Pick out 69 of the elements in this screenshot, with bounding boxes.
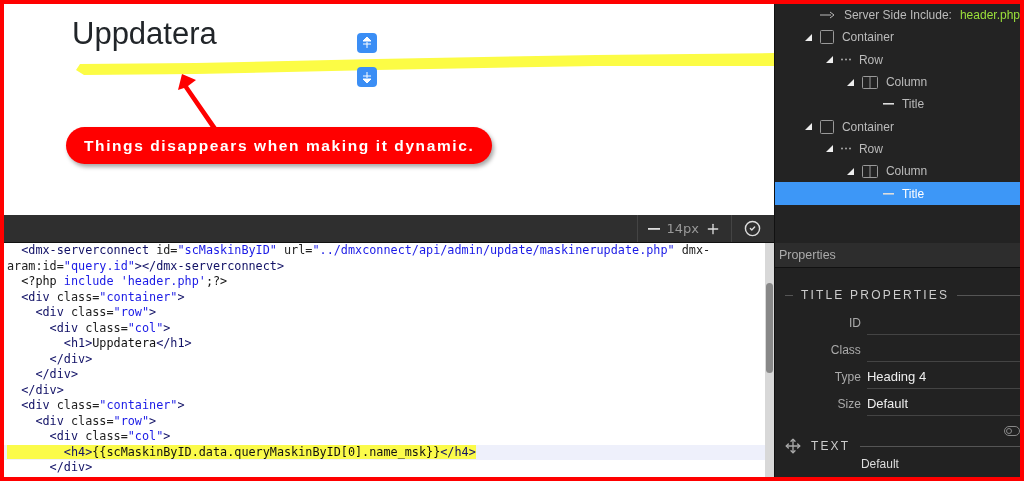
columns-icon [861, 75, 878, 89]
tree-item[interactable]: Column [774, 70, 1020, 94]
dash-icon [882, 192, 894, 195]
arrow-icon [819, 11, 836, 20]
field-label: Type [833, 370, 861, 386]
square-icon [819, 119, 834, 134]
dots-icon [840, 58, 851, 62]
code-line: </div> [48, 351, 94, 367]
code-line: <?php include 'header.php';?> [20, 274, 229, 290]
tree-item-label: Row [858, 52, 883, 67]
tree-item[interactable]: Container [774, 26, 1020, 49]
columns-icon [861, 164, 878, 178]
code-line: <div class="col"> [48, 320, 172, 336]
expand-triangle-icon[interactable] [825, 56, 833, 64]
tree-item[interactable]: Column [774, 160, 1020, 183]
tree-item[interactable]: Container [774, 115, 1020, 138]
tree-item-label: Title [901, 97, 925, 112]
code-line: </div> [20, 382, 65, 398]
arrow-up-icon [362, 37, 372, 49]
page-heading: Uppdatera [72, 16, 217, 52]
dots-icon [840, 147, 851, 151]
input-field[interactable]: Heading 4 [866, 365, 1020, 389]
tree-item-label: Row [858, 141, 883, 156]
tree-item-label: Container [841, 30, 894, 45]
code-line: <div class="col"> [48, 429, 172, 445]
code-line: aram:id="query.id"></dmx-serverconnect> [6, 258, 285, 274]
file-name: header.php [959, 8, 1020, 23]
move-down-button[interactable] [357, 67, 377, 87]
code-line: </div> [34, 367, 80, 383]
field-label: ID [847, 316, 861, 332]
font-size-value: 14px [666, 221, 699, 236]
expand-triangle-icon[interactable] [804, 123, 812, 131]
input-field[interactable]: Default [866, 392, 1020, 416]
field-value: Default [860, 458, 900, 470]
tree-item-label: Column [885, 164, 928, 179]
code-line: <dmx-serverconnect id="scMaskinByID" url="../dmxconnect/api/admin/update/maskinerupdate.php" dmx- [20, 243, 712, 259]
arrow-down-icon [362, 71, 372, 83]
callout-label: Things disappears when making it dynamic. [66, 127, 493, 164]
tree-item[interactable]: Title [774, 93, 1020, 116]
section-title: TEXT [810, 439, 851, 453]
tree-item[interactable]: Server Side Include: header.php [774, 4, 1020, 27]
scrollbar[interactable] [764, 243, 774, 477]
tree-item[interactable]: Row [774, 137, 1020, 161]
move-up-button[interactable] [357, 33, 377, 53]
check-icon[interactable] [744, 220, 762, 237]
code-line: <div class="container"> [20, 289, 186, 305]
section-title: TITLE PROPERTIES [800, 288, 950, 302]
code-line: </div> [48, 460, 94, 476]
tree-item-label: Container [841, 119, 894, 134]
expand-triangle-icon[interactable] [825, 145, 833, 153]
panel-title: Properties [778, 248, 836, 262]
minus-icon [648, 227, 661, 230]
expand-triangle-icon[interactable] [846, 78, 854, 86]
tree-item-label: Title [901, 186, 925, 201]
field-label: Class [829, 343, 861, 359]
tree-item[interactable]: Row [774, 48, 1020, 71]
move-icon [784, 438, 801, 454]
tree-item-label: Column [885, 75, 928, 90]
expand-triangle-icon[interactable] [846, 167, 854, 175]
dash-icon [882, 103, 894, 106]
code-line: <div class="row"> [34, 305, 158, 321]
decrease-font-button[interactable] [648, 227, 661, 230]
code-line: <div class="row"> [34, 413, 158, 429]
code-line: <h1>Uppdatera</h1> [62, 336, 193, 352]
tree-item-label: Server Side Include: [843, 8, 952, 23]
square-icon [819, 30, 834, 45]
field-label: Size [836, 397, 861, 413]
code-line: <div class="container"> [20, 398, 186, 414]
expand-triangle-icon[interactable] [804, 33, 812, 41]
